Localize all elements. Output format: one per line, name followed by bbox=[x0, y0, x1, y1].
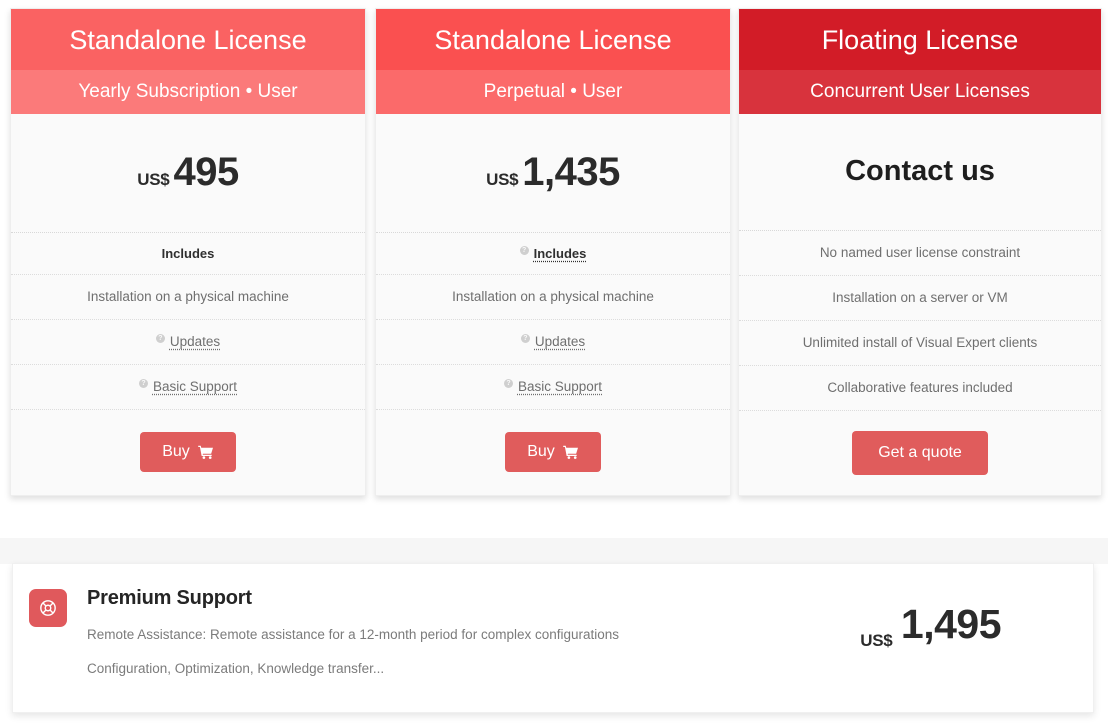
price-currency: US$ bbox=[486, 169, 519, 189]
help-icon[interactable] bbox=[138, 379, 148, 389]
buy-button-label: Buy bbox=[527, 443, 555, 461]
get-a-quote-button[interactable]: Get a quote bbox=[852, 430, 988, 475]
premium-support-price: US$ 1,495 bbox=[860, 564, 1093, 650]
feature-row: Unlimited install of Visual Expert clien… bbox=[739, 319, 1101, 365]
card-cta-area: Buy bbox=[11, 408, 365, 495]
price-currency: US$ bbox=[860, 631, 893, 650]
pricing-cards-row: Standalone License Yearly Subscription •… bbox=[10, 8, 1102, 496]
price-value: 1,435 bbox=[522, 150, 620, 195]
card-subtitle: Perpetual • User bbox=[376, 70, 730, 114]
price-value: 495 bbox=[173, 150, 239, 195]
card-feature-list: Includes Installation on a physical mach… bbox=[11, 231, 365, 409]
buy-button-label: Buy bbox=[162, 443, 190, 461]
pricing-card-floating: Floating License Concurrent User License… bbox=[738, 8, 1102, 496]
pricing-card-standalone-perpetual: Standalone License Perpetual • User US$ … bbox=[375, 8, 731, 496]
card-cta-area: Get a quote bbox=[739, 409, 1101, 495]
premium-support-details: Configuration, Optimization, Knowledge t… bbox=[87, 661, 385, 676]
card-title: Floating License bbox=[739, 9, 1101, 70]
premium-support-text: Premium Support Remote Assistance: Remot… bbox=[87, 587, 619, 676]
feature-label: Collaborative features included bbox=[827, 380, 1013, 396]
help-icon[interactable] bbox=[155, 334, 165, 344]
feature-includes-header: Includes bbox=[11, 231, 365, 274]
feature-row: No named user license constraint bbox=[739, 229, 1101, 275]
card-feature-list: Includes Installation on a physical mach… bbox=[376, 231, 730, 409]
feature-row[interactable]: Updates bbox=[376, 318, 730, 364]
feature-includes-header[interactable]: Includes bbox=[376, 231, 730, 274]
feature-label[interactable]: Updates bbox=[535, 334, 585, 349]
feature-label: Unlimited install of Visual Expert clien… bbox=[802, 335, 1038, 351]
help-icon[interactable] bbox=[519, 245, 529, 255]
feature-row: Installation on a physical machine bbox=[376, 273, 730, 319]
feature-label: Installation on a physical machine bbox=[87, 289, 289, 305]
cart-icon bbox=[563, 445, 579, 460]
price-currency: US$ bbox=[137, 169, 170, 189]
feature-label: Installation on a server or VM bbox=[832, 290, 1008, 306]
feature-row: Installation on a server or VM bbox=[739, 274, 1101, 320]
card-header: Standalone License Yearly Subscription •… bbox=[11, 9, 365, 114]
buy-button[interactable]: Buy bbox=[505, 432, 601, 473]
pricing-page: Standalone License Yearly Subscription •… bbox=[0, 0, 1108, 725]
premium-support-content: Premium Support Remote Assistance: Remot… bbox=[13, 564, 860, 676]
card-price: US$ 1,435 bbox=[376, 114, 730, 232]
card-subtitle: Concurrent User Licenses bbox=[739, 70, 1101, 114]
card-feature-list: No named user license constraint Install… bbox=[739, 229, 1101, 410]
feature-row: Installation on a physical machine bbox=[11, 273, 365, 319]
feature-row[interactable]: Basic Support bbox=[376, 363, 730, 409]
cart-icon bbox=[198, 445, 214, 460]
premium-support-panel: Premium Support Remote Assistance: Remot… bbox=[12, 563, 1094, 713]
premium-section-band bbox=[0, 538, 1108, 564]
includes-label: Includes bbox=[161, 245, 215, 261]
feature-row[interactable]: Basic Support bbox=[11, 363, 365, 409]
card-title: Standalone License bbox=[11, 9, 365, 70]
help-icon[interactable] bbox=[520, 334, 530, 344]
price-value: 1,495 bbox=[900, 601, 1002, 647]
feature-label: Installation on a physical machine bbox=[452, 289, 654, 305]
includes-label[interactable]: Includes bbox=[534, 246, 587, 261]
card-header: Floating License Concurrent User License… bbox=[739, 9, 1101, 114]
card-subtitle: Yearly Subscription • User bbox=[11, 70, 365, 114]
card-price: US$ 495 bbox=[11, 114, 365, 232]
buy-button[interactable]: Buy bbox=[140, 432, 236, 473]
feature-label[interactable]: Basic Support bbox=[518, 379, 602, 394]
price-value: Contact us bbox=[845, 155, 995, 188]
feature-row: Collaborative features included bbox=[739, 364, 1101, 410]
help-icon[interactable] bbox=[503, 379, 513, 389]
get-a-quote-label: Get a quote bbox=[878, 443, 962, 461]
pricing-card-standalone-yearly: Standalone License Yearly Subscription •… bbox=[10, 8, 366, 496]
premium-support-description: Remote Assistance: Remote assistance for… bbox=[87, 627, 620, 642]
card-price: Contact us bbox=[739, 114, 1101, 230]
card-cta-area: Buy bbox=[376, 408, 730, 495]
card-header: Standalone License Perpetual • User bbox=[376, 9, 730, 114]
lifebuoy-icon bbox=[29, 589, 67, 627]
feature-label[interactable]: Basic Support bbox=[153, 379, 237, 394]
feature-label: No named user license constraint bbox=[819, 245, 1021, 261]
card-title: Standalone License bbox=[376, 9, 730, 70]
premium-support-title: Premium Support bbox=[87, 587, 252, 609]
feature-row[interactable]: Updates bbox=[11, 318, 365, 364]
feature-label[interactable]: Updates bbox=[170, 334, 220, 349]
